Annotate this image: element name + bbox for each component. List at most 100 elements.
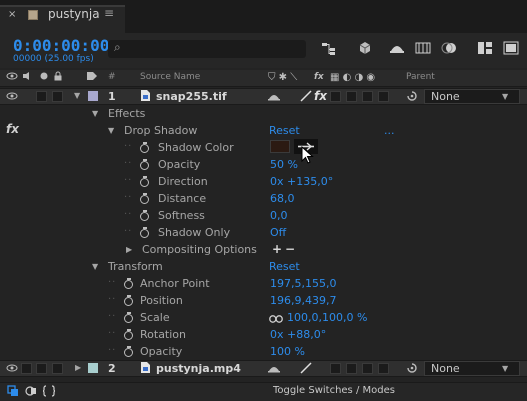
shy-switch-icon[interactable] — [268, 363, 280, 376]
switch-box[interactable] — [378, 91, 389, 102]
expand-drop-shadow-icon[interactable]: ▼ — [108, 126, 114, 135]
video-visibility-icon[interactable] — [6, 91, 18, 104]
pick-whip-icon[interactable] — [406, 362, 418, 377]
label-tag-icon[interactable] — [86, 71, 98, 84]
property-value-opacity[interactable]: 50 % — [270, 158, 298, 171]
transform-reset-link[interactable]: Reset — [269, 260, 300, 273]
shy-switch-icon[interactable] — [268, 91, 280, 104]
layer-index: 1 — [108, 90, 116, 103]
indent-dots: ·· — [108, 328, 117, 339]
property-value-opacity[interactable]: 100 % — [270, 345, 305, 358]
frame-rate-display: 00000 (25.00 fps) — [13, 54, 94, 64]
shy-icon[interactable] — [388, 39, 406, 57]
switch-box[interactable] — [362, 363, 373, 374]
expand-effects-icon[interactable]: ▼ — [92, 109, 98, 118]
graph-editor-icon[interactable] — [476, 39, 494, 57]
image-file-icon — [140, 89, 151, 105]
search-icon: ⌕ — [114, 40, 121, 54]
solo-toggle[interactable] — [36, 91, 47, 102]
property-label-softness: Softness — [158, 209, 205, 222]
comp-flowchart-icon[interactable] — [320, 39, 338, 57]
live-update-icon[interactable] — [502, 39, 520, 57]
quality-switch-icon[interactable] — [300, 362, 312, 377]
lock-switch-icon[interactable] — [53, 71, 63, 84]
transform-group-label[interactable]: Transform — [108, 260, 163, 273]
indent-dots: ·· — [124, 175, 133, 186]
label-color-swatch[interactable] — [88, 363, 98, 373]
property-value-anchor-point[interactable]: 197,5,155,0 — [270, 277, 336, 290]
column-parent[interactable]: Parent — [406, 72, 435, 82]
effects-switch-icon[interactable]: fx — [314, 89, 327, 103]
switch-box[interactable] — [346, 363, 357, 374]
property-label-anchor-point: Anchor Point — [140, 277, 210, 290]
property-value-distance[interactable]: 68,0 — [270, 192, 295, 205]
indent-dots: ·· — [124, 209, 133, 220]
column-header-bar — [0, 70, 527, 87]
lock-toggle[interactable] — [52, 363, 63, 374]
property-value-rotation[interactable]: 0x +88,0° — [270, 328, 326, 341]
toggle-switches-modes-button[interactable]: Toggle Switches / Modes — [271, 384, 397, 399]
column-source-name[interactable]: Source Name — [140, 72, 200, 82]
property-value-position[interactable]: 196,9,439,7 — [270, 294, 336, 307]
solo-toggle[interactable] — [36, 363, 47, 374]
property-label-opacity: Opacity — [158, 158, 201, 171]
lock-toggle[interactable] — [52, 91, 63, 102]
pick-whip-icon[interactable] — [406, 90, 418, 105]
expand-layer-icon[interactable]: ▼ — [74, 91, 80, 100]
switch-box[interactable] — [346, 91, 357, 102]
audio-switch-icon[interactable] — [22, 71, 32, 84]
shadow-color-swatch[interactable] — [270, 140, 290, 153]
switches-header-icons: ⛉ ✱ ⟍ — [268, 72, 298, 83]
drop-shadow-options-link[interactable]: ... — [384, 124, 395, 137]
in-out-pane-icon[interactable] — [42, 385, 56, 400]
property-label-opacity: Opacity — [140, 345, 183, 358]
layer-name[interactable]: pustynja.mp4 — [156, 362, 241, 375]
motion-blur-icon[interactable] — [440, 39, 458, 57]
expand-layer-icon[interactable]: ▶ — [75, 363, 81, 372]
search-input[interactable] — [108, 40, 306, 58]
video-visibility-icon[interactable] — [6, 363, 18, 376]
add-mask-button[interactable]: + — [272, 242, 282, 256]
column-fx: fx — [314, 72, 324, 82]
remove-mask-button[interactable]: − — [285, 242, 295, 256]
switches-header-icons-2: ▦ ◐ ◑ ◉ — [330, 72, 376, 83]
video-switch-icon[interactable] — [6, 71, 18, 84]
audio-toggle[interactable] — [21, 363, 32, 374]
property-value-shadow-only[interactable]: Off — [270, 226, 286, 239]
label-color-swatch[interactable] — [88, 91, 98, 101]
switch-box[interactable] — [330, 91, 341, 102]
effect-fx-badge[interactable]: fx — [6, 122, 19, 136]
compositing-options-label[interactable]: Compositing Options — [142, 243, 257, 256]
property-value-softness[interactable]: 0,0 — [270, 209, 288, 222]
close-tab-icon[interactable]: × — [8, 9, 16, 20]
switch-box[interactable] — [330, 363, 341, 374]
3d-draft-icon[interactable] — [356, 39, 374, 57]
indent-dots: ·· — [108, 311, 117, 322]
expand-transform-icon[interactable]: ▼ — [92, 262, 98, 271]
property-label-direction: Direction — [158, 175, 208, 188]
property-value-scale[interactable]: 100,0,100,0 % — [287, 311, 367, 324]
switch-box[interactable] — [362, 91, 373, 102]
drop-shadow-label[interactable]: Drop Shadow — [124, 124, 197, 137]
indent-dots: ·· — [124, 141, 133, 152]
composition-icon — [28, 10, 38, 20]
indent-dots: ·· — [124, 158, 133, 169]
mouse-cursor-icon — [301, 145, 315, 169]
layer-index: 2 — [108, 362, 116, 375]
panel-menu-icon[interactable]: ≡ — [104, 6, 114, 20]
indent-dots: ·· — [124, 192, 133, 203]
layer-name[interactable]: snap255.tif — [156, 90, 227, 103]
switch-box[interactable] — [378, 363, 389, 374]
quality-switch-icon[interactable] — [300, 90, 312, 105]
property-label-position: Position — [140, 294, 183, 307]
solo-switch-icon[interactable] — [39, 71, 49, 84]
layer-switches-pane-icon[interactable] — [7, 385, 19, 400]
drop-shadow-reset-link[interactable]: Reset — [269, 124, 300, 137]
constrain-proportions-link-icon[interactable] — [269, 313, 283, 326]
frame-blending-icon[interactable] — [414, 39, 432, 57]
current-time-display[interactable]: 0:00:00:00 — [13, 36, 109, 55]
property-value-direction[interactable]: 0x +135,0° — [270, 175, 333, 188]
modes-pane-icon[interactable] — [25, 385, 37, 400]
expand-compositing-icon[interactable]: ▶ — [126, 245, 132, 254]
effects-group-label[interactable]: Effects — [108, 107, 145, 120]
